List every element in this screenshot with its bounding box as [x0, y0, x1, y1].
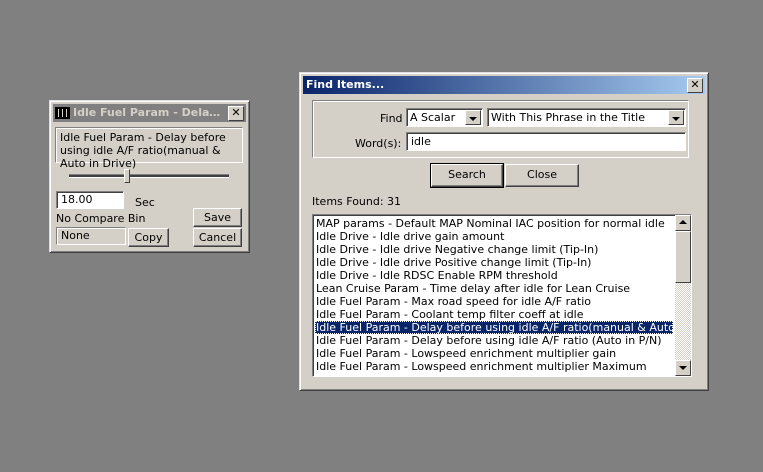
find-window-title: Find Items...: [306, 78, 385, 91]
words-value: idle: [411, 135, 431, 148]
list-item[interactable]: Idle Fuel Param - Coolant temp filter co…: [315, 308, 673, 321]
results-list[interactable]: MAP params - Default MAP Nominal IAC pos…: [312, 214, 692, 377]
close-icon[interactable]: ✕: [228, 106, 244, 121]
param-window-title: Idle Fuel Param - Delay b...: [73, 106, 224, 119]
slider-track: [69, 174, 229, 178]
compare-value: None: [61, 229, 90, 242]
search-button[interactable]: Search: [430, 163, 504, 188]
list-item[interactable]: Idle Fuel Param - RPM threshold for idle…: [315, 373, 673, 374]
compare-status: No Compare Bin: [56, 212, 146, 225]
list-item[interactable]: Idle Fuel Param - Max road speed for idl…: [315, 295, 673, 308]
results-items: MAP params - Default MAP Nominal IAC pos…: [315, 217, 673, 374]
list-item[interactable]: MAP params - Default MAP Nominal IAC pos…: [315, 217, 673, 230]
param-description: Idle Fuel Param - Delay before using idl…: [60, 131, 226, 170]
find-type-value: A Scalar: [410, 111, 456, 124]
value-input[interactable]: 18.00: [56, 191, 124, 209]
words-input[interactable]: idle: [406, 132, 686, 151]
value-slider[interactable]: [69, 169, 229, 183]
close-icon[interactable]: ✕: [687, 78, 703, 93]
list-item[interactable]: Lean Cruise Param - Time delay after idl…: [315, 282, 673, 295]
find-type-select[interactable]: A Scalar: [406, 108, 483, 127]
save-button[interactable]: Save: [193, 208, 242, 227]
film-strip-icon: [55, 107, 70, 119]
param-window: Idle Fuel Param - Delay b... ✕ Idle Fuel…: [49, 100, 250, 253]
list-item[interactable]: Idle Drive - Idle drive Negative change …: [315, 243, 673, 256]
list-item[interactable]: Idle Drive - Idle RDSC Enable RPM thresh…: [315, 269, 673, 282]
scroll-thumb[interactable]: [675, 231, 691, 283]
list-item[interactable]: Idle Fuel Param - Lowspeed enrichment mu…: [315, 360, 673, 373]
chevron-down-icon[interactable]: [668, 110, 684, 125]
list-item[interactable]: Idle Fuel Param - Delay before using idl…: [315, 321, 673, 334]
find-window: Find Items... ✕ Find A Scalar With This …: [299, 72, 709, 391]
description-box: Idle Fuel Param - Delay before using idl…: [55, 127, 243, 170]
find-mode-value: With This Phrase in the Title: [491, 111, 645, 124]
value-text: 18.00: [61, 193, 93, 206]
list-item[interactable]: Idle Fuel Param - Delay before using idl…: [315, 334, 673, 347]
list-item[interactable]: Idle Drive - Idle drive gain amount: [315, 230, 673, 243]
words-label: Word(s):: [355, 137, 402, 150]
find-window-titlebar[interactable]: Find Items... ✕: [303, 76, 705, 94]
list-item[interactable]: Idle Fuel Param - Lowspeed enrichment mu…: [315, 347, 673, 360]
scroll-up-icon[interactable]: [675, 215, 691, 231]
copy-button[interactable]: Copy: [128, 228, 169, 247]
chevron-down-icon[interactable]: [465, 110, 481, 125]
compare-value-box: None: [56, 227, 126, 245]
scroll-down-icon[interactable]: [675, 360, 691, 376]
slider-thumb[interactable]: [124, 169, 130, 183]
close-button[interactable]: Close: [505, 164, 579, 187]
items-found-label: Items Found: 31: [312, 195, 402, 208]
param-window-titlebar[interactable]: Idle Fuel Param - Delay b... ✕: [53, 104, 246, 122]
find-label: Find: [380, 112, 403, 125]
unit-label: Sec: [135, 196, 155, 209]
list-item[interactable]: Idle Drive - Idle drive Positive change …: [315, 256, 673, 269]
scrollbar[interactable]: [675, 215, 691, 376]
cancel-button[interactable]: Cancel: [193, 228, 242, 247]
find-mode-select[interactable]: With This Phrase in the Title: [487, 108, 686, 127]
